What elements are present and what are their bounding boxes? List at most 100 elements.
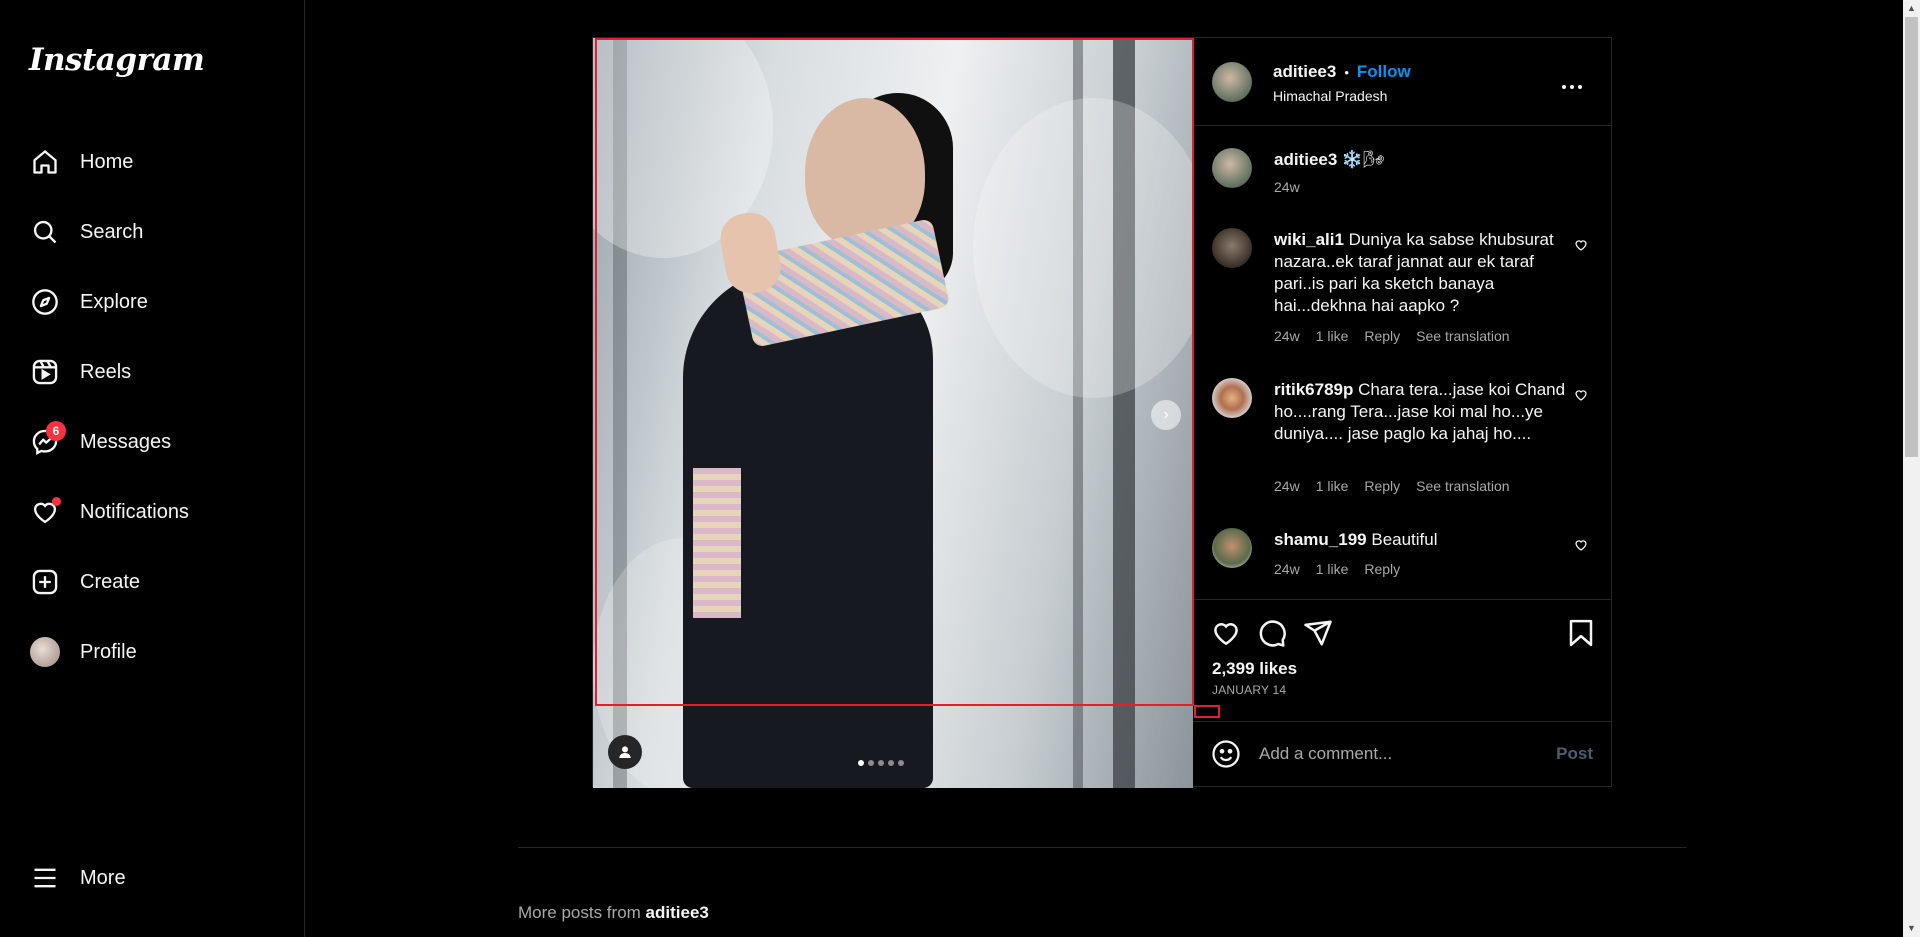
reels-icon	[30, 357, 60, 387]
scrollbar-thumb[interactable]	[1905, 17, 1918, 457]
nav-more[interactable]: More	[30, 853, 290, 903]
scroll-up-icon[interactable]: ▲	[1903, 0, 1920, 17]
nav-explore-label: Explore	[80, 290, 148, 313]
nav-search-label: Search	[80, 220, 144, 243]
nav-profile[interactable]: Profile	[30, 627, 290, 677]
bookmark-icon[interactable]	[1566, 618, 1596, 653]
comment-avatar[interactable]	[1212, 378, 1252, 418]
more-posts-heading: More posts from aditiee3	[518, 903, 709, 923]
instagram-logo[interactable]: Instagram	[29, 42, 205, 78]
post-modal: › aditiee3 • Follow Himachal Pradesh adi…	[592, 37, 1612, 788]
scarf-end	[693, 468, 741, 618]
plus-square-icon	[30, 567, 60, 597]
comment-meta: 24w 1 like Reply See translation	[1274, 328, 1510, 344]
messenger-icon: 6	[30, 421, 66, 457]
comment: wiki_ali1 Duniya ka sabse khubsurat naza…	[1274, 229, 1574, 317]
comment-avatar[interactable]	[1212, 528, 1252, 568]
comment: shamu_199 Beautiful	[1274, 529, 1574, 551]
nav-create[interactable]: Create	[30, 557, 290, 607]
user-icon	[619, 746, 631, 758]
sidebar: Instagram Home Search Explore Reels 6 Me…	[0, 0, 305, 937]
comment-time[interactable]: 24w	[1274, 328, 1300, 344]
comment-likes[interactable]: 1 like	[1316, 561, 1349, 577]
section-divider	[518, 847, 1686, 848]
scroll-down-icon[interactable]: ▼	[1903, 920, 1920, 937]
comment-likes[interactable]: 1 like	[1316, 328, 1349, 344]
share-icon[interactable]	[1303, 618, 1333, 653]
carousel-indicator	[858, 760, 904, 766]
comment-meta: 24w 1 like Reply	[1274, 561, 1400, 577]
header-separator: •	[1344, 64, 1349, 80]
nav-notifications-label: Notifications	[80, 500, 189, 523]
comment-like-icon[interactable]	[1574, 388, 1588, 402]
nav-search[interactable]: Search	[30, 207, 290, 257]
carousel-dot	[868, 760, 874, 766]
nav-explore[interactable]: Explore	[30, 277, 290, 327]
more-posts-username[interactable]: aditiee3	[646, 903, 709, 922]
carousel-dot	[898, 760, 904, 766]
home-icon	[30, 147, 60, 177]
nav-reels-label: Reels	[80, 360, 132, 383]
more-posts-prefix: More posts from	[518, 903, 641, 922]
page-scrollbar[interactable]: ▲ ▼	[1903, 0, 1920, 937]
emoji-icon[interactable]	[1211, 739, 1241, 769]
comment-username[interactable]: ritik6789p	[1274, 380, 1353, 399]
author-username[interactable]: aditiee3	[1273, 62, 1336, 82]
comment-like-icon[interactable]	[1574, 538, 1588, 552]
comment-meta: 24w 1 like Reply See translation	[1274, 478, 1510, 494]
search-icon	[30, 217, 60, 247]
post-header: aditiee3 • Follow Himachal Pradesh	[1193, 38, 1612, 126]
post-image[interactable]: ›	[593, 38, 1193, 788]
nav-reels[interactable]: Reels	[30, 347, 290, 397]
post-date[interactable]: JANUARY 14	[1212, 683, 1286, 697]
compass-icon	[30, 287, 60, 317]
comment-time[interactable]: 24w	[1274, 478, 1300, 494]
caption-username[interactable]: aditiee3	[1274, 150, 1337, 169]
carousel-dot	[858, 760, 864, 766]
follow-button[interactable]: Follow	[1357, 62, 1411, 82]
next-image-button[interactable]: ›	[1151, 400, 1181, 430]
carousel-dot	[878, 760, 884, 766]
comment-text: Beautiful	[1371, 530, 1438, 549]
caption: aditiee3 ❄️🌬	[1274, 149, 1385, 171]
reply-button[interactable]: Reply	[1364, 328, 1400, 344]
comment-input[interactable]	[1259, 744, 1557, 764]
reply-button[interactable]: Reply	[1364, 478, 1400, 494]
hamburger-icon	[30, 863, 60, 893]
reply-button[interactable]: Reply	[1364, 561, 1400, 577]
messages-badge: 6	[46, 421, 66, 441]
comment-username[interactable]: wiki_ali1	[1274, 230, 1344, 249]
comment-time[interactable]: 24w	[1274, 561, 1300, 577]
comment-box: Post	[1193, 721, 1612, 786]
like-icon[interactable]	[1211, 618, 1241, 653]
tagged-users-button[interactable]	[608, 735, 642, 769]
comment-icon[interactable]	[1257, 618, 1287, 653]
carousel-dot	[888, 760, 894, 766]
nav-messages[interactable]: 6 Messages	[30, 417, 290, 467]
comment: ritik6789p Chara tera...jase koi Chand h…	[1274, 379, 1574, 445]
see-translation-button[interactable]: See translation	[1416, 328, 1509, 344]
post-side-panel: aditiee3 • Follow Himachal Pradesh aditi…	[1193, 38, 1612, 786]
divider	[1193, 599, 1612, 600]
post-comment-button[interactable]: Post	[1556, 744, 1593, 764]
comment-avatar[interactable]	[1212, 228, 1252, 268]
post-location[interactable]: Himachal Pradesh	[1273, 88, 1387, 104]
nav-notifications[interactable]: Notifications	[30, 487, 290, 537]
comment-likes[interactable]: 1 like	[1316, 478, 1349, 494]
comment-username[interactable]: shamu_199	[1274, 530, 1367, 549]
caption-avatar[interactable]	[1212, 148, 1252, 188]
see-translation-button[interactable]: See translation	[1416, 478, 1509, 494]
heart-icon	[30, 497, 61, 527]
more-options-icon[interactable]	[1560, 78, 1584, 89]
author-avatar[interactable]	[1212, 62, 1252, 102]
hands	[716, 208, 785, 298]
nav-home[interactable]: Home	[30, 137, 290, 187]
comment-like-icon[interactable]	[1574, 238, 1588, 252]
likes-count[interactable]: 2,399 likes	[1212, 659, 1297, 679]
notification-dot	[52, 497, 61, 506]
nav-messages-label: Messages	[80, 430, 172, 453]
nav-profile-label: Profile	[80, 640, 137, 663]
nav-home-label: Home	[80, 150, 134, 173]
caption-time[interactable]: 24w	[1274, 179, 1300, 195]
nav-create-label: Create	[80, 570, 141, 593]
